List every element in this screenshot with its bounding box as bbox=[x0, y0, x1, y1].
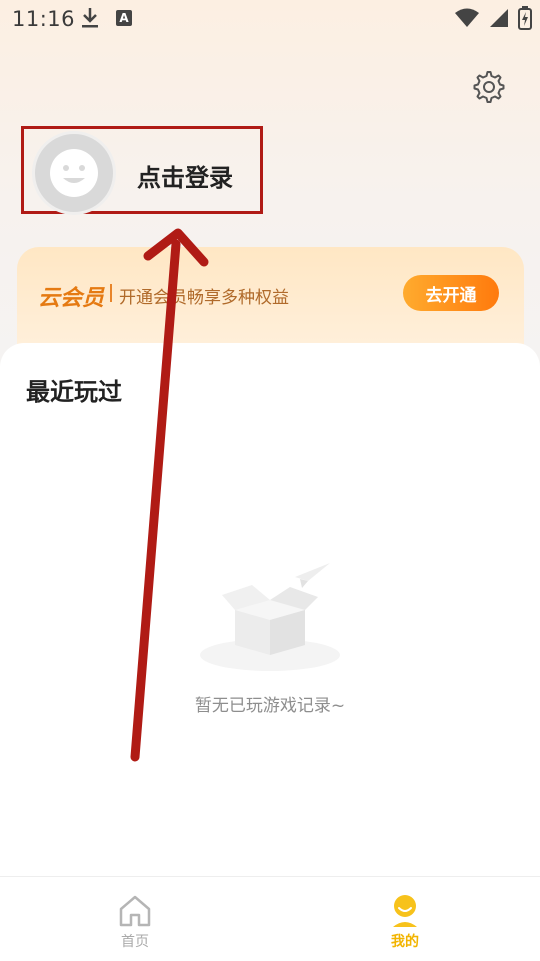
accessibility-icon: A bbox=[116, 10, 132, 26]
vip-title: 云会员 bbox=[38, 286, 105, 311]
status-time: 11:16 bbox=[12, 7, 76, 31]
nav-mine[interactable]: 我的 bbox=[335, 877, 475, 961]
status-bar: 11:16 A bbox=[0, 0, 540, 36]
avatar[interactable] bbox=[32, 131, 116, 215]
recent-title: 最近玩过 bbox=[26, 378, 122, 406]
signal-icon bbox=[490, 9, 508, 27]
mine-icon bbox=[393, 895, 417, 927]
home-icon bbox=[119, 895, 151, 927]
settings-gear-icon[interactable] bbox=[472, 70, 506, 104]
vip-open-button[interactable]: 去开通 bbox=[403, 275, 499, 311]
vip-divider bbox=[110, 284, 112, 302]
nav-home-label: 首页 bbox=[121, 934, 149, 950]
battery-icon bbox=[518, 6, 532, 30]
status-right bbox=[454, 6, 532, 30]
empty-state-text: 暂无已玩游戏记录~ bbox=[194, 696, 346, 716]
login-link[interactable]: 点击登录 bbox=[137, 158, 233, 193]
nav-mine-label: 我的 bbox=[391, 934, 419, 950]
empty-box-icon bbox=[190, 555, 350, 675]
smiley-face-icon bbox=[50, 149, 98, 197]
download-icon bbox=[80, 6, 100, 35]
nav-home[interactable]: 首页 bbox=[65, 877, 205, 961]
vip-description: 开通会员畅享多种权益 bbox=[119, 288, 289, 308]
wifi-icon bbox=[455, 8, 479, 27]
bottom-nav: 首页 我的 bbox=[0, 876, 540, 961]
